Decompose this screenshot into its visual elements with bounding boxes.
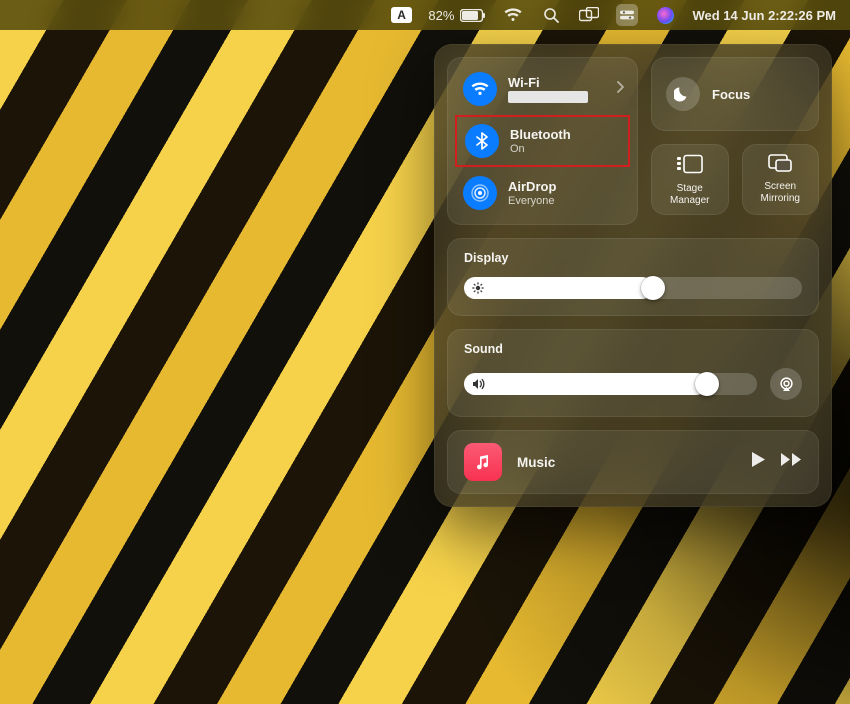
- sound-slider[interactable]: [464, 373, 757, 395]
- bluetooth-icon: [465, 124, 499, 158]
- screen-mirroring-button[interactable]: ScreenMirroring: [742, 144, 820, 215]
- brightness-icon: [472, 282, 484, 294]
- speaker-icon: [472, 378, 486, 390]
- music-app-icon: [464, 443, 502, 481]
- spotlight-icon[interactable]: [540, 4, 562, 26]
- stage-manager-label: StageManager: [670, 183, 709, 207]
- battery-percent-label: 82%: [428, 8, 454, 23]
- bluetooth-toggle[interactable]: Bluetooth On: [455, 115, 630, 167]
- display-tile: Display: [447, 238, 819, 316]
- wifi-icon[interactable]: [502, 4, 524, 26]
- focus-toggle[interactable]: Focus: [651, 57, 819, 131]
- display-title: Display: [464, 251, 802, 265]
- sound-title: Sound: [464, 342, 802, 356]
- mission-control-icon[interactable]: [578, 4, 600, 26]
- menubar: A 82% Wed 14 Jun: [0, 0, 850, 30]
- connectivity-tile: Wi-Fi Bluetooth On: [447, 57, 638, 225]
- battery-status[interactable]: 82%: [428, 8, 486, 23]
- battery-icon: [460, 9, 486, 22]
- airdrop-status: Everyone: [508, 195, 556, 207]
- siri-icon[interactable]: [654, 4, 676, 26]
- control-center-panel: Wi-Fi Bluetooth On: [434, 44, 832, 507]
- airdrop-icon: [463, 176, 497, 210]
- airdrop-title: AirDrop: [508, 179, 556, 194]
- stage-manager-button[interactable]: StageManager: [651, 144, 729, 215]
- moon-icon: [666, 77, 700, 111]
- display-slider[interactable]: [464, 277, 802, 299]
- screen-mirroring-label: ScreenMirroring: [761, 181, 800, 205]
- input-source-indicator[interactable]: A: [391, 7, 412, 23]
- bluetooth-title: Bluetooth: [510, 127, 571, 142]
- next-track-button[interactable]: [780, 452, 802, 472]
- bluetooth-status: On: [510, 143, 571, 155]
- wifi-title: Wi-Fi: [508, 75, 588, 90]
- airplay-audio-button[interactable]: [770, 368, 802, 400]
- datetime-label[interactable]: Wed 14 Jun 2:22:26 PM: [692, 8, 836, 23]
- now-playing-title: Music: [517, 455, 736, 470]
- desktop: A 82% Wed 14 Jun: [0, 0, 850, 704]
- airplay-icon: [778, 376, 795, 393]
- wifi-network-redacted: [508, 91, 588, 103]
- wifi-toggle[interactable]: Wi-Fi: [455, 65, 630, 113]
- sound-tile: Sound: [447, 329, 819, 417]
- focus-title: Focus: [712, 87, 750, 102]
- chevron-right-icon[interactable]: [616, 80, 624, 98]
- control-center-icon[interactable]: [616, 4, 638, 26]
- now-playing-tile[interactable]: Music: [447, 430, 819, 494]
- airdrop-toggle[interactable]: AirDrop Everyone: [455, 169, 630, 217]
- wifi-icon: [463, 72, 497, 106]
- screen-mirroring-icon: [768, 154, 792, 176]
- play-button[interactable]: [751, 451, 766, 473]
- stage-manager-icon: [677, 154, 703, 178]
